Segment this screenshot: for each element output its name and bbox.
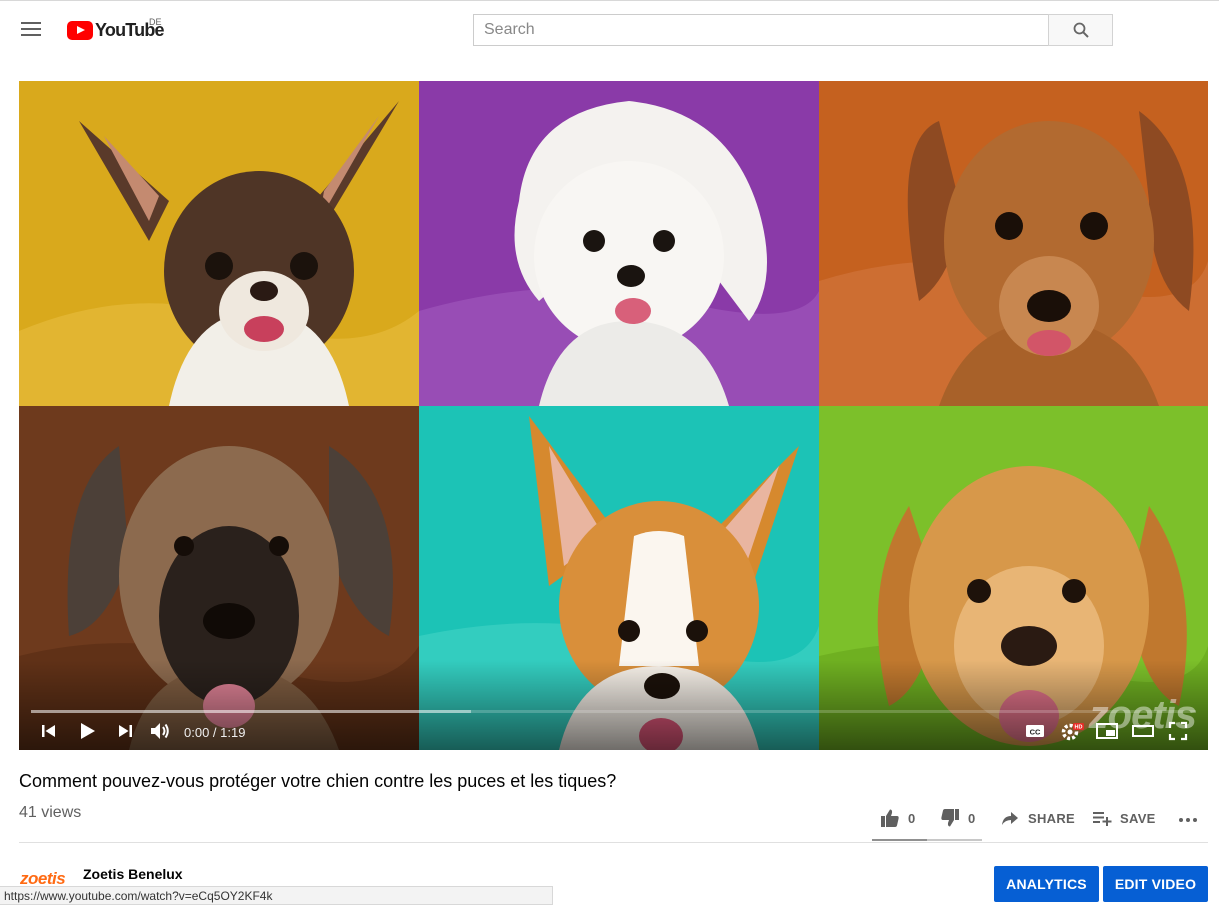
player-controls: 0:00 / 1:19 CC HD bbox=[19, 716, 1208, 746]
more-actions-button[interactable] bbox=[1177, 806, 1199, 830]
share-button[interactable]: SHARE bbox=[1000, 806, 1075, 830]
search-icon bbox=[1073, 22, 1089, 38]
save-button[interactable]: SAVE bbox=[1092, 806, 1156, 830]
svg-text:HD: HD bbox=[1075, 725, 1083, 731]
edit-video-button[interactable]: EDIT VIDEO bbox=[1103, 866, 1208, 902]
channel-name[interactable]: Zoetis Benelux bbox=[83, 866, 183, 882]
fullscreen-icon[interactable] bbox=[1167, 720, 1189, 742]
save-label: SAVE bbox=[1120, 810, 1156, 826]
share-label: SHARE bbox=[1028, 810, 1076, 826]
chihuahua-illustration bbox=[19, 81, 419, 406]
like-button[interactable]: 0 bbox=[880, 806, 916, 830]
volume-icon[interactable] bbox=[149, 720, 171, 742]
analytics-button[interactable]: ANALYTICS bbox=[994, 866, 1099, 902]
guide-menu-icon[interactable] bbox=[21, 22, 41, 37]
masthead: YouTube DE bbox=[0, 0, 1219, 57]
progress-bar[interactable] bbox=[31, 710, 1196, 713]
more-horizontal-icon bbox=[1179, 818, 1197, 822]
youtube-logo[interactable]: YouTube DE bbox=[67, 17, 165, 41]
captions-icon[interactable]: CC bbox=[1024, 720, 1046, 742]
video-actions: 0 0 SHARE SAVE bbox=[0, 806, 1219, 830]
search-input[interactable] bbox=[474, 15, 1049, 45]
video-title: Comment pouvez-vous protéger votre chien… bbox=[19, 771, 617, 791]
theater-mode-icon[interactable] bbox=[1131, 720, 1155, 742]
youtube-play-logo-icon bbox=[67, 20, 93, 40]
like-count: 0 bbox=[908, 810, 916, 826]
settings-gear-icon[interactable]: HD bbox=[1060, 720, 1084, 742]
search-button[interactable] bbox=[1048, 14, 1113, 46]
maltese-illustration bbox=[419, 81, 819, 406]
time-display: 0:00 / 1:19 bbox=[184, 725, 246, 740]
video-player[interactable]: zoetis 0:00 / 1:19 CC HD bbox=[19, 81, 1208, 750]
sentiment-bar-likes bbox=[872, 839, 927, 841]
dachshund-illustration bbox=[819, 81, 1208, 406]
sentiment-bar bbox=[872, 839, 982, 841]
video-tile-maltese bbox=[419, 81, 819, 406]
playlist-add-icon bbox=[1093, 812, 1112, 826]
status-bar-url: https://www.youtube.com/watch?v=eCq5OY2K… bbox=[0, 886, 553, 905]
previous-icon[interactable] bbox=[41, 720, 57, 742]
logo-region-code: DE bbox=[149, 17, 162, 27]
dislike-button[interactable]: 0 bbox=[940, 806, 976, 830]
play-icon[interactable] bbox=[79, 720, 97, 742]
dislike-count: 0 bbox=[968, 810, 976, 826]
miniplayer-icon[interactable] bbox=[1095, 720, 1119, 742]
svg-text:CC: CC bbox=[1030, 728, 1041, 737]
share-arrow-icon bbox=[1002, 812, 1018, 825]
thumbs-up-icon bbox=[881, 809, 899, 827]
video-tile-chihuahua bbox=[19, 81, 419, 406]
video-tile-dachshund bbox=[819, 81, 1208, 406]
next-icon[interactable] bbox=[117, 720, 133, 742]
divider bbox=[19, 842, 1208, 843]
search-box bbox=[473, 14, 1049, 46]
thumbs-down-icon bbox=[941, 809, 959, 827]
progress-loaded bbox=[31, 710, 472, 713]
